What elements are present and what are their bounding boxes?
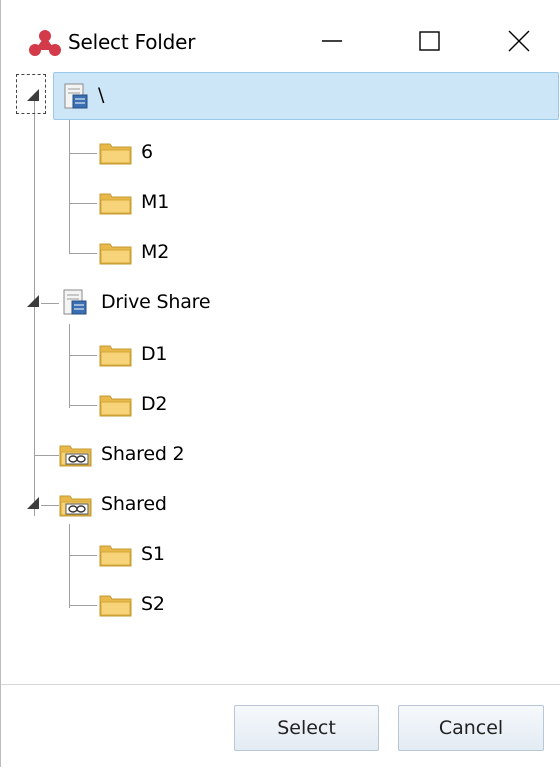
tree-connector: [69, 355, 97, 356]
linked-folder-icon: [59, 445, 92, 467]
tree-connector: [41, 505, 59, 506]
tree-item[interactable]: Shared 2: [59, 437, 459, 473]
tree-item-label: D2: [141, 393, 168, 415]
tree-item-label: D1: [141, 343, 168, 365]
tree-connector: [41, 303, 59, 304]
minimize-button[interactable]: [304, 18, 360, 64]
folder-icon: [99, 243, 132, 265]
tree-item[interactable]: Drive Share: [59, 285, 459, 321]
app-logo-icon: [29, 30, 61, 56]
tree-item[interactable]: 6: [97, 135, 397, 171]
tree-item-label: 6: [141, 141, 153, 163]
tree-item[interactable]: D2: [97, 387, 397, 423]
dialog-footer: Select Cancel: [1, 684, 560, 768]
tree-connector: [69, 524, 70, 608]
folder-icon: [99, 143, 132, 165]
folder-icon: [99, 595, 132, 617]
tree-item[interactable]: \: [53, 72, 559, 120]
tree-connector: [69, 555, 97, 556]
tree-item-label: Drive Share: [101, 291, 211, 313]
folder-icon: [99, 345, 132, 367]
tree-item[interactable]: M1: [97, 185, 397, 221]
cancel-button[interactable]: Cancel: [398, 705, 544, 751]
close-icon: [508, 30, 530, 52]
expand-triangle-icon[interactable]: [25, 293, 41, 309]
tree-connector: [69, 120, 70, 254]
tree-connector: [69, 605, 97, 606]
tree-item[interactable]: S2: [97, 587, 397, 623]
tree-item-label: Shared 2: [101, 443, 185, 465]
tree-item-label: M1: [141, 191, 170, 213]
folder-icon: [99, 395, 132, 417]
select-button[interactable]: Select: [234, 705, 379, 751]
minimize-icon: [322, 40, 342, 42]
title-bar[interactable]: Select Folder: [1, 0, 560, 80]
tree-item-label: S2: [141, 593, 165, 615]
expand-triangle-icon[interactable]: [25, 495, 41, 511]
tree-connector: [69, 405, 97, 406]
maximize-button[interactable]: [401, 18, 457, 64]
server-share-icon: [63, 289, 87, 315]
folder-icon: [99, 545, 132, 567]
server-share-icon: [64, 83, 88, 109]
tree-item-label: Shared: [101, 493, 167, 515]
tree-item[interactable]: Shared: [59, 487, 459, 523]
expand-triangle-icon[interactable]: [25, 87, 41, 103]
window-title: Select Folder: [68, 30, 196, 54]
tree-item[interactable]: S1: [97, 537, 397, 573]
select-folder-dialog: Select Folder \ 6 M1 M2 Drive Share D1 D…: [0, 0, 560, 768]
tree-connector: [69, 153, 97, 154]
maximize-icon: [419, 31, 440, 51]
linked-folder-icon: [59, 495, 92, 517]
close-button[interactable]: [491, 18, 547, 64]
tree-item-label: S1: [141, 543, 165, 565]
tree-item[interactable]: M2: [97, 235, 397, 271]
tree-connector: [69, 324, 70, 408]
tree-item[interactable]: D1: [97, 337, 397, 373]
tree-connector: [34, 455, 59, 456]
tree-item-label: M2: [141, 241, 170, 263]
tree-connector: [69, 203, 97, 204]
tree-connector: [69, 253, 97, 254]
folder-icon: [99, 193, 132, 215]
tree-item-label: \: [98, 84, 105, 106]
